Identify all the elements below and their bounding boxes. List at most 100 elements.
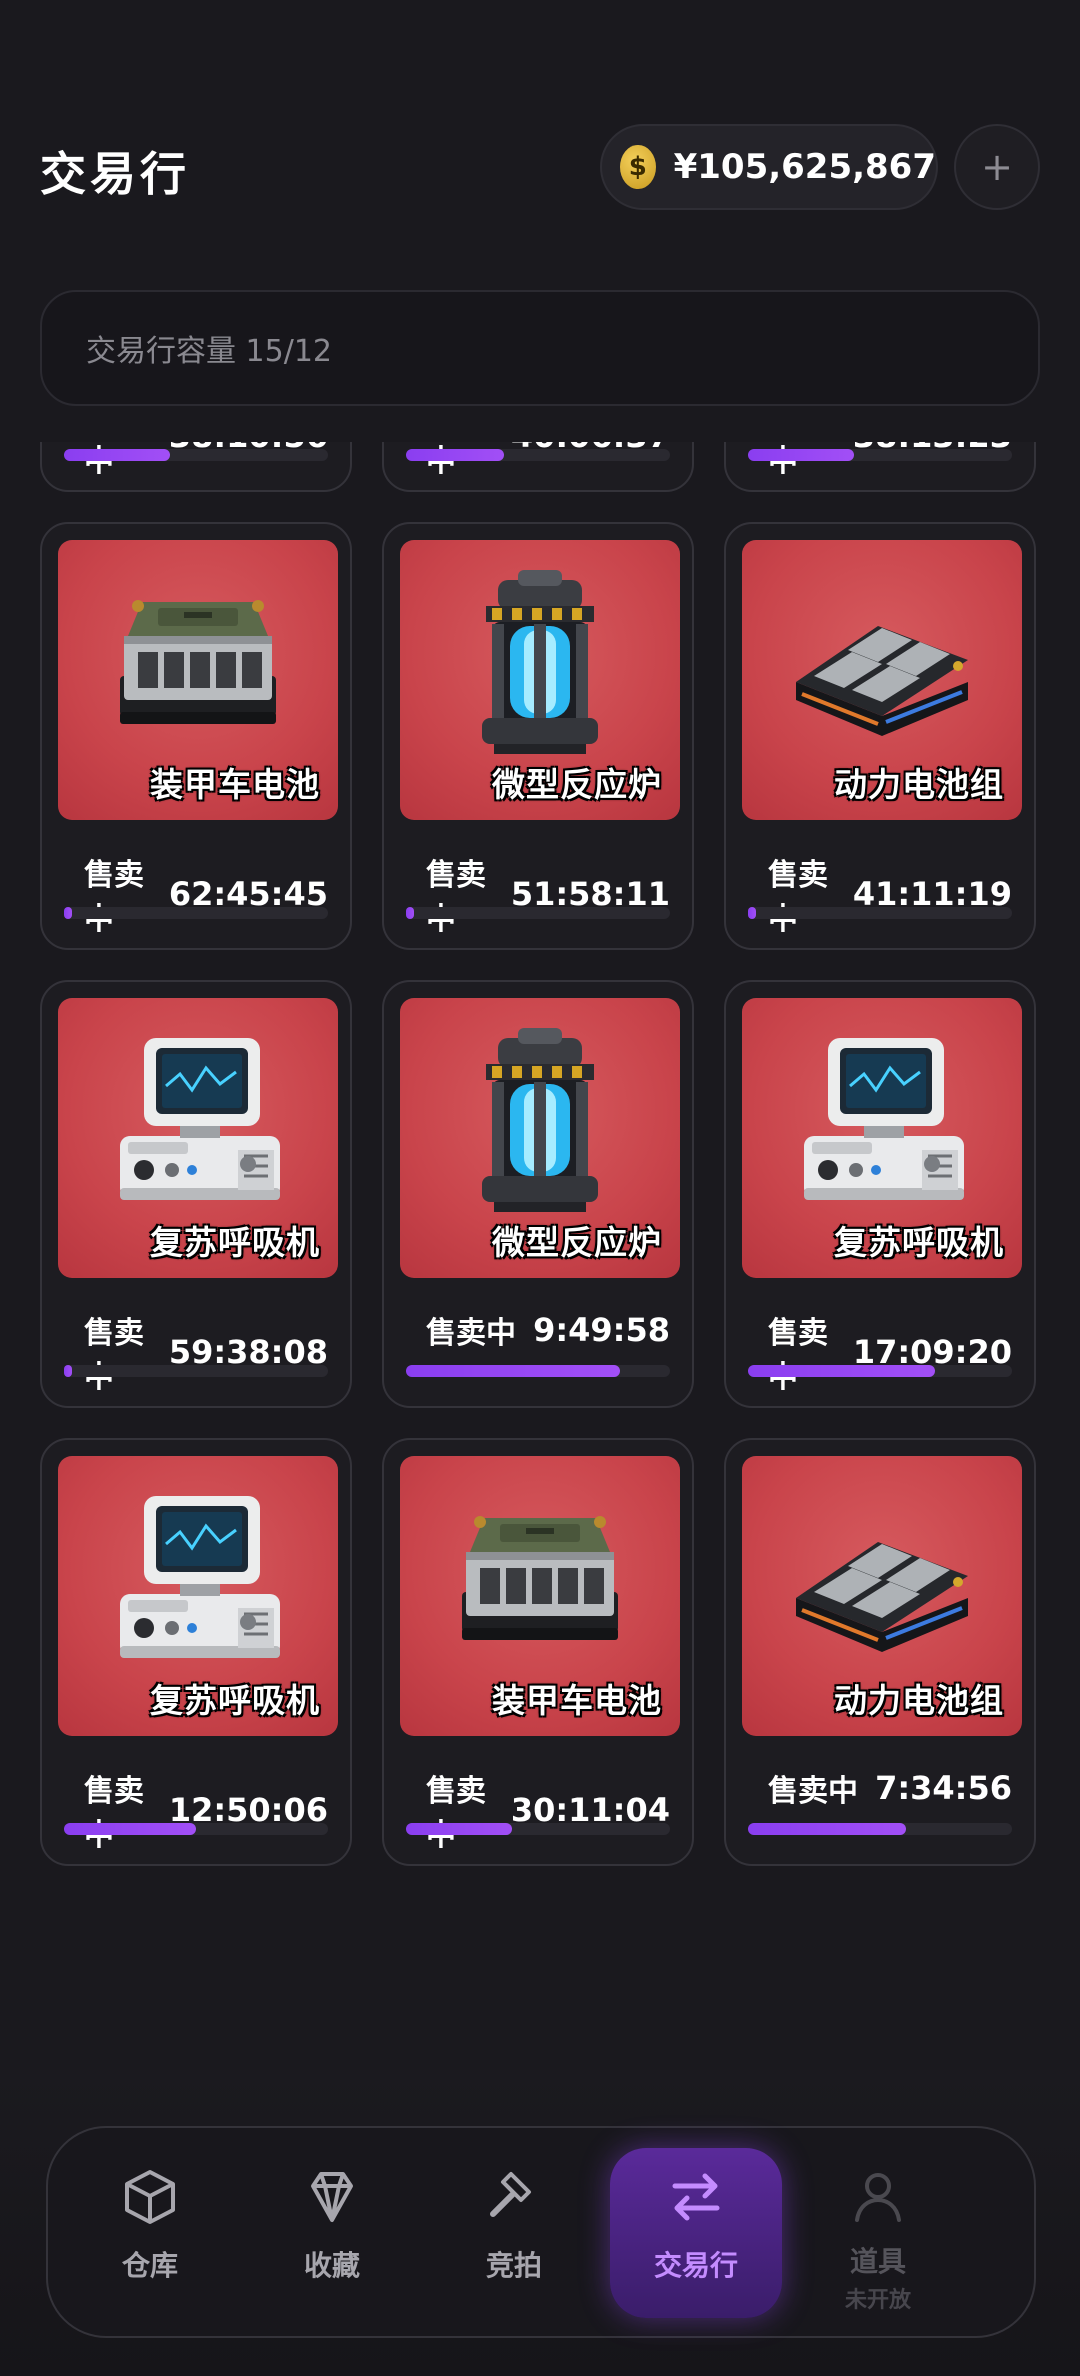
item-name: 复苏呼吸机 <box>150 1681 320 1720</box>
sale-progress-bar <box>406 449 670 461</box>
page-title: 交易行 <box>40 147 190 201</box>
status-row: 售卖中 62:45:45 <box>64 850 328 938</box>
listing-card[interactable]: 复苏呼吸机 售卖中 17:09:20 <box>724 980 1036 1408</box>
armored-battery-image <box>120 600 276 724</box>
swap-arrows-icon <box>663 2164 729 2230</box>
item-name: 微型反应炉 <box>492 765 662 804</box>
item-thumbnail: 装甲车电池 <box>58 540 338 820</box>
status-row: 售卖中 30:11:04 <box>406 1766 670 1854</box>
sale-status: 售卖中 <box>768 1774 858 1809</box>
nav-item-diamond[interactable]: 收藏 <box>246 2148 418 2318</box>
capacity-label: 交易行容量 15/12 <box>86 334 332 369</box>
nav-item-swap-arrows[interactable]: 交易行 <box>610 2148 782 2318</box>
user-icon <box>845 2164 911 2230</box>
listing-card[interactable]: 动力电池组 售卖中 41:11:19 <box>724 522 1036 950</box>
sale-progress-bar <box>406 1365 670 1377</box>
listing-card[interactable]: 装甲车电池 售卖中 62:45:45 <box>40 522 352 950</box>
nav-label: 竞拍 <box>485 2249 542 2282</box>
header: 交易行 $ ¥105,625,867 + <box>0 0 1080 260</box>
listing-card[interactable]: 动力电池组 售卖中 7:34:56 <box>724 1438 1036 1866</box>
sale-progress-bar <box>748 907 1012 919</box>
sale-progress-bar <box>64 449 328 461</box>
balance-amount: ¥105,625,867 <box>673 147 936 187</box>
sale-progress-fill <box>406 1365 620 1377</box>
capacity-bar: 交易行容量 15/12 <box>40 290 1040 406</box>
power-battery-pack-image <box>796 626 968 736</box>
item-thumbnail: 装甲车电池 <box>400 1456 680 1736</box>
status-row: 售卖中 9:49:58 <box>406 1308 670 1352</box>
item-thumbnail: 复苏呼吸机 <box>742 998 1022 1278</box>
listing-card[interactable]: 复苏呼吸机 售卖中 12:50:06 <box>40 1438 352 1866</box>
nav-item-cube[interactable]: 仓库 <box>64 2148 236 2318</box>
status-row: 售卖中 17:09:20 <box>748 1308 1012 1396</box>
diamond-icon <box>299 2164 365 2230</box>
item-thumbnail: 微型反应炉 <box>400 998 680 1278</box>
sale-progress-bar <box>748 1823 1012 1835</box>
sale-status: 售卖中 <box>426 1316 516 1351</box>
balance-display[interactable]: $ ¥105,625,867 <box>600 124 938 210</box>
sale-progress-bar <box>748 449 1012 461</box>
power-battery-pack-image <box>796 1542 968 1652</box>
armored-battery-image <box>462 1516 618 1640</box>
nav-label: 收藏 <box>303 2249 360 2282</box>
listings-scroll-area[interactable]: 装甲车电池 售卖中 38:10:56 装甲车电池 售卖中 40:06:37 <box>0 442 1080 2070</box>
coin-icon: $ <box>620 145 656 189</box>
countdown-timer: 9:49:58 <box>533 1311 670 1349</box>
sale-progress-fill <box>748 1823 907 1835</box>
item-name: 复苏呼吸机 <box>150 1223 320 1262</box>
sale-progress-fill <box>406 1823 512 1835</box>
revival-ventilator-image <box>120 1496 280 1658</box>
sale-progress-fill <box>748 907 756 919</box>
item-name: 复苏呼吸机 <box>834 1223 1004 1262</box>
listing-card[interactable]: 复苏呼吸机 售卖中 59:38:08 <box>40 980 352 1408</box>
listing-card[interactable]: 装甲车电池 售卖中 38:10:56 <box>40 442 352 492</box>
status-row: 售卖中 12:50:06 <box>64 1766 328 1854</box>
sale-progress-fill <box>64 449 170 461</box>
listing-card[interactable]: 微型反应炉 售卖中 9:49:58 <box>382 980 694 1408</box>
sale-progress-fill <box>406 907 414 919</box>
micro-reactor-image <box>482 570 598 754</box>
countdown-timer: 7:34:56 <box>875 1769 1012 1807</box>
sale-status: 售卖中 <box>84 1774 144 1853</box>
nav-sublabel: 未开放 <box>844 2288 911 2313</box>
gavel-icon <box>481 2164 547 2230</box>
status-row: 售卖中 7:34:56 <box>748 1766 1012 1810</box>
nav-label: 交易行 <box>653 2249 738 2282</box>
sale-progress-fill <box>64 1365 72 1377</box>
nav-item-gavel[interactable]: 竞拍 <box>428 2148 600 2318</box>
bottom-nav: 仓库 收藏 竞拍 交易行 道具 未开放 <box>46 2126 1036 2338</box>
item-name: 装甲车电池 <box>150 765 320 804</box>
listing-card[interactable]: 装甲车电池 售卖中 40:06:37 <box>382 442 694 492</box>
sale-progress-bar <box>64 1823 328 1835</box>
listing-card[interactable]: 装甲车电池 售卖中 30:11:04 <box>382 1438 694 1866</box>
listing-card[interactable]: 微型反应炉 售卖中 51:58:11 <box>382 522 694 950</box>
sale-status: 售卖中 <box>426 858 486 937</box>
sale-status: 售卖中 <box>84 858 144 937</box>
item-name: 微型反应炉 <box>492 1223 662 1262</box>
status-row: 售卖中 40:06:37 <box>406 442 670 480</box>
sale-progress-bar <box>406 907 670 919</box>
revival-ventilator-image <box>120 1038 280 1200</box>
sale-status: 售卖中 <box>84 1316 144 1395</box>
sale-status: 售卖中 <box>84 444 114 479</box>
status-row: 售卖中 38:13:23 <box>748 442 1012 480</box>
trading-house-screen: 交易行 $ ¥105,625,867 + 交易行容量 15/12 装甲车电池 售… <box>0 0 1080 2376</box>
item-thumbnail: 动力电池组 <box>742 540 1022 820</box>
add-funds-button[interactable]: + <box>954 124 1040 210</box>
sale-status: 售卖中 <box>768 858 828 937</box>
listing-card[interactable]: 装甲车电池 售卖中 38:13:23 <box>724 442 1036 492</box>
sale-status: 售卖中 <box>426 444 456 479</box>
status-row: 售卖中 41:11:19 <box>748 850 1012 938</box>
micro-reactor-image <box>482 1028 598 1212</box>
item-thumbnail: 微型反应炉 <box>400 540 680 820</box>
item-name: 动力电池组 <box>834 765 1004 804</box>
item-thumbnail: 复苏呼吸机 <box>58 1456 338 1736</box>
item-thumbnail: 动力电池组 <box>742 1456 1022 1736</box>
status-row: 售卖中 51:58:11 <box>406 850 670 938</box>
item-thumbnail: 复苏呼吸机 <box>58 998 338 1278</box>
sale-progress-bar <box>64 1365 328 1377</box>
sale-progress-bar <box>406 1823 670 1835</box>
sale-progress-fill <box>748 449 854 461</box>
listings-grid: 装甲车电池 售卖中 38:10:56 装甲车电池 售卖中 40:06:37 <box>40 442 1040 1866</box>
sale-status: 售卖中 <box>426 1774 486 1853</box>
